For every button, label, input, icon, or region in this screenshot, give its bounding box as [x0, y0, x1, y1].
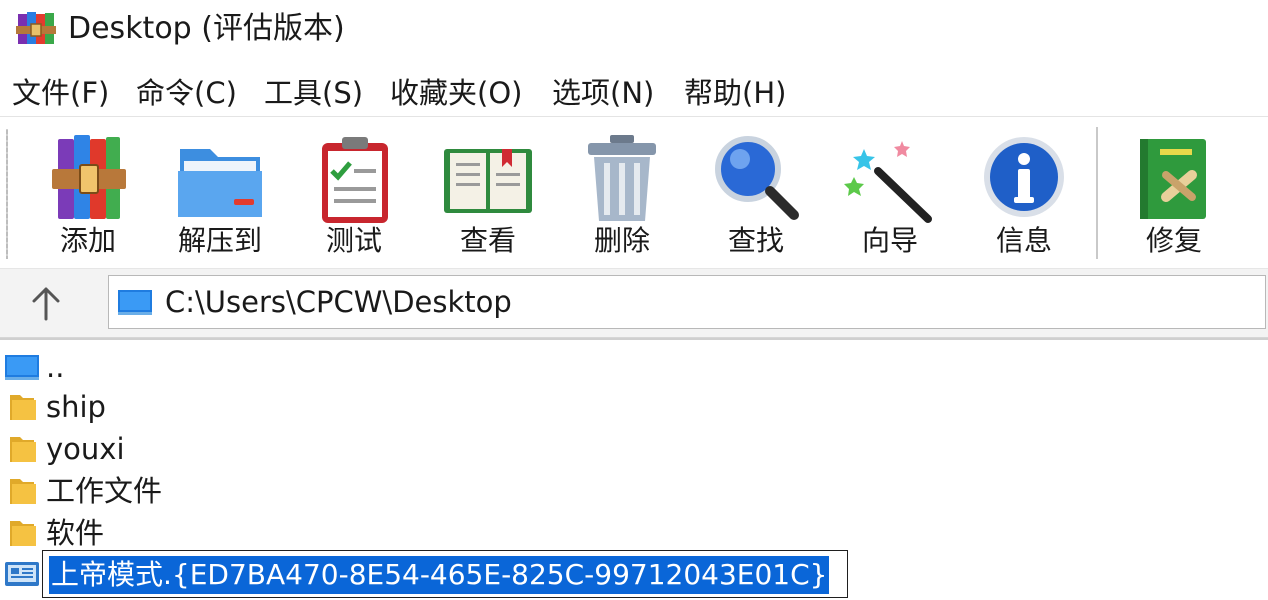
- view-label: 查看: [459, 224, 516, 257]
- control-panel-icon: [5, 562, 39, 586]
- up-arrow-icon[interactable]: [18, 277, 74, 329]
- menu-favorites[interactable]: 收藏夹(O): [390, 70, 522, 116]
- delete-button[interactable]: 删除: [562, 125, 682, 265]
- toolbar-separator: [1096, 127, 1098, 259]
- file-list: .. ship youxi 工作文件 软件 上帝模式.{ED7BA470-8E5…: [0, 338, 1268, 600]
- info-button[interactable]: 信息: [964, 125, 1084, 265]
- toolbar: 添加 解压到 测试 查看 删除 查找 向导 信息 修复: [0, 116, 1268, 269]
- repair-button[interactable]: 修复: [1114, 125, 1234, 265]
- list-item[interactable]: youxi: [0, 428, 1268, 470]
- trash-can-icon: [588, 135, 656, 221]
- test-label: 测试: [325, 224, 382, 257]
- file-name: ship: [46, 390, 106, 424]
- address-path: C:\Users\CPCW\Desktop: [165, 285, 512, 319]
- repair-label: 修复: [1145, 224, 1202, 257]
- find-button[interactable]: 查找: [696, 125, 816, 265]
- wizard-label: 向导: [861, 224, 918, 257]
- window-title: Desktop (评估版本): [68, 11, 345, 46]
- winrar-app-icon: [16, 12, 56, 44]
- list-item[interactable]: 软件: [0, 512, 1268, 554]
- list-item[interactable]: ship: [0, 386, 1268, 428]
- menu-file[interactable]: 文件(F): [12, 70, 109, 116]
- address-row: C:\Users\CPCW\Desktop: [0, 268, 1268, 338]
- repair-book-icon: [1140, 139, 1206, 219]
- list-item[interactable]: 工作文件: [0, 470, 1268, 512]
- add-button[interactable]: 添加: [28, 125, 148, 265]
- file-name: 工作文件: [46, 474, 163, 508]
- menu-options[interactable]: 选项(N): [552, 70, 654, 116]
- winrar-window: Desktop (评估版本) 文件(F) 命令(C) 工具(S) 收藏夹(O) …: [0, 0, 1268, 600]
- menu-help[interactable]: 帮助(H): [684, 70, 786, 116]
- toolbar-grip[interactable]: [6, 129, 8, 259]
- add-label: 添加: [59, 224, 116, 257]
- find-label: 查找: [727, 224, 784, 257]
- folder-icon: [10, 437, 36, 462]
- folder-icon: [10, 521, 36, 546]
- list-item-renaming[interactable]: 上帝模式.{ED7BA470-8E54-465E-825C-99712043E0…: [0, 550, 1268, 598]
- file-name: ..: [46, 350, 65, 384]
- extract-to-label: 解压到: [177, 224, 262, 257]
- folder-icon: [10, 395, 36, 420]
- clipboard-check-icon: [322, 137, 388, 223]
- magnifier-icon: [715, 136, 799, 220]
- menu-commands[interactable]: 命令(C): [136, 70, 237, 116]
- menu-bar: 文件(F) 命令(C) 工具(S) 收藏夹(O) 选项(N) 帮助(H): [0, 70, 1268, 116]
- books-archive-icon: [52, 135, 126, 219]
- file-name: 软件: [46, 516, 105, 550]
- wizard-button[interactable]: 向导: [830, 125, 950, 265]
- rename-selected-text[interactable]: 上帝模式.{ED7BA470-8E54-465E-825C-99712043E0…: [49, 556, 830, 594]
- delete-label: 删除: [593, 224, 650, 257]
- extract-to-button[interactable]: 解压到: [160, 125, 280, 265]
- info-icon: [984, 137, 1064, 217]
- magic-wand-icon: [844, 141, 932, 223]
- view-button[interactable]: 查看: [428, 125, 548, 265]
- desktop-icon: [118, 290, 152, 315]
- open-book-icon: [444, 149, 532, 213]
- address-bar[interactable]: C:\Users\CPCW\Desktop: [108, 275, 1266, 329]
- menu-tools[interactable]: 工具(S): [264, 70, 363, 116]
- list-item-parent[interactable]: ..: [0, 346, 1268, 388]
- folder-icon: [178, 149, 262, 217]
- rename-field[interactable]: 上帝模式.{ED7BA470-8E54-465E-825C-99712043E0…: [42, 550, 848, 598]
- desktop-icon: [5, 355, 39, 380]
- info-label: 信息: [995, 224, 1052, 257]
- test-button[interactable]: 测试: [294, 125, 414, 265]
- title-bar: Desktop (评估版本): [0, 0, 1268, 60]
- file-name: youxi: [46, 432, 125, 466]
- folder-icon: [10, 479, 36, 504]
